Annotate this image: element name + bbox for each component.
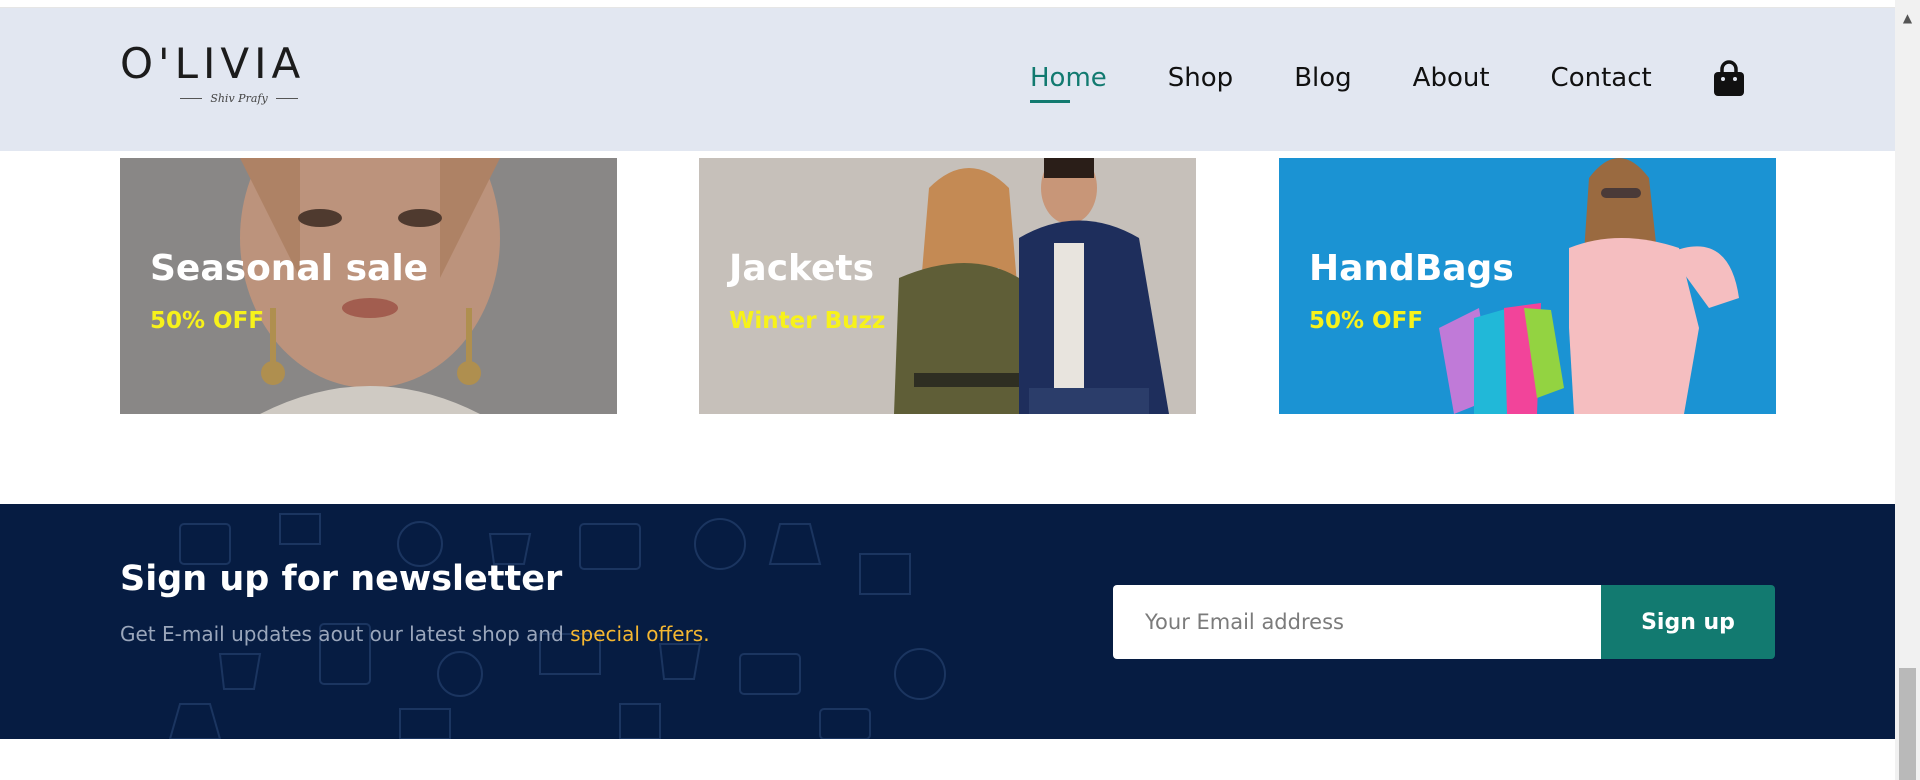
promo-card-seasonal[interactable]: Seasonal sale 50% OFF [120,158,617,414]
promo-card-handbags[interactable]: HandBags 50% OFF [1279,158,1776,414]
nav-blog[interactable]: Blog [1294,61,1351,95]
page: O'LIVIA Shiv Prafy Home Shop Blog About … [0,0,1920,780]
newsletter-description: Get E-mail updates aout our latest shop … [120,622,710,646]
nav-contact[interactable]: Contact [1551,61,1652,95]
promo-title: Jackets [729,248,875,289]
scroll-up-arrow-icon[interactable]: ▲ [1895,8,1920,28]
promo-title: Seasonal sale [150,248,429,289]
site-logo[interactable]: O'LIVIA Shiv Prafy [120,40,330,120]
scroll-thumb[interactable] [1899,668,1916,780]
logo-dash-left [180,98,203,99]
nav-shop[interactable]: Shop [1168,61,1233,95]
newsletter-section: Sign up for newsletter Get E-mail update… [0,504,1895,739]
newsletter-desc-text: Get E-mail updates aout our latest shop … [120,622,571,646]
top-divider [0,0,1895,8]
logo-tagline: Shiv Prafy [210,92,268,105]
page-scrollbar[interactable]: ▲ [1895,0,1920,780]
nav-home[interactable]: Home [1030,61,1107,103]
newsletter-title: Sign up for newsletter [120,559,563,599]
logo-dash-right [275,98,298,99]
shopping-bag-icon[interactable] [1712,60,1746,98]
newsletter-desc-highlight: special offers. [570,622,710,646]
nav-about[interactable]: About [1413,61,1490,95]
promo-card-jackets[interactable]: Jackets Winter Buzz [699,158,1196,414]
promo-subtitle: 50% OFF [150,308,265,334]
email-input[interactable] [1113,585,1601,659]
promo-subtitle: Winter Buzz [729,308,886,334]
promo-title: HandBags [1309,248,1514,289]
logo-tagline-row: Shiv Prafy [154,92,324,105]
site-header: O'LIVIA Shiv Prafy Home Shop Blog About … [0,8,1895,151]
promo-subtitle: 50% OFF [1309,308,1424,334]
signup-button[interactable]: Sign up [1601,585,1775,659]
main-nav: Home Shop Blog About Contact [1030,58,1713,103]
logo-text: O'LIVIA [120,39,306,88]
